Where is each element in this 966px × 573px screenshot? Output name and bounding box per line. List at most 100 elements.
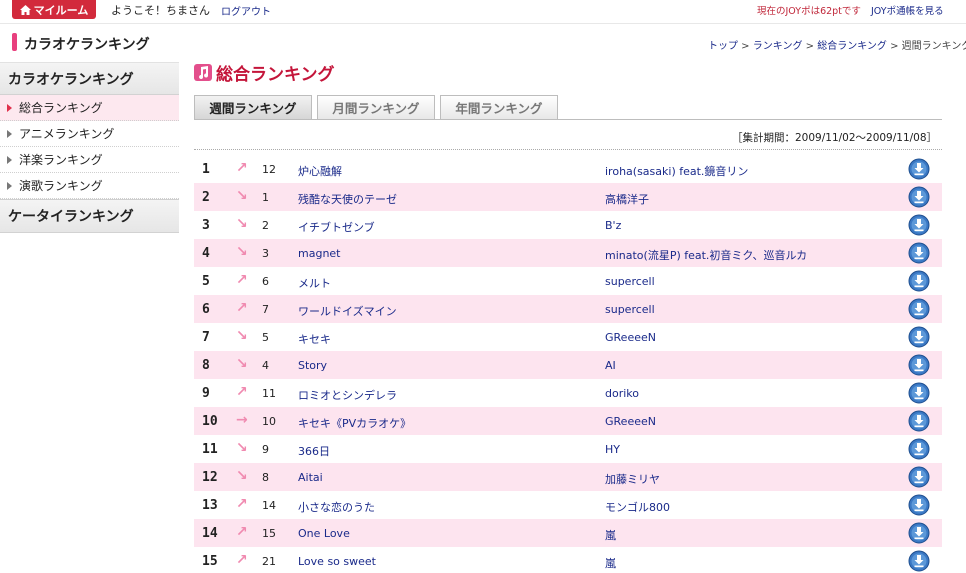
song-title-link[interactable]: 残酷な天使のテーゼ [298, 191, 397, 207]
logout-link[interactable]: ログアウト [221, 3, 271, 18]
table-row: 8 ↘ 4 Story AI [194, 351, 942, 379]
download-icon[interactable] [908, 494, 930, 516]
artist-link[interactable]: supercell [605, 303, 655, 316]
download-icon[interactable] [908, 438, 930, 460]
previous-rank: 9 [262, 443, 269, 456]
previous-rank: 12 [262, 163, 276, 176]
download-icon[interactable] [908, 410, 930, 432]
table-row: 1 ↗ 12 炉心融解 iroha(sasaki) feat.鏡音リン [194, 155, 942, 183]
song-title-link[interactable]: メルト [298, 275, 331, 291]
artist-link[interactable]: HY [605, 443, 620, 456]
song-title-link[interactable]: magnet [298, 247, 341, 260]
artist-link[interactable]: iroha(sasaki) feat.鏡音リン [605, 163, 748, 179]
previous-rank: 3 [262, 247, 269, 260]
song-title-link[interactable]: Love so sweet [298, 555, 376, 568]
rank-number: 13 [202, 498, 218, 513]
tab-yearly[interactable]: 年間ランキング [440, 95, 558, 119]
song-title-link[interactable]: ロミオとシンデレラ [298, 387, 397, 403]
previous-rank: 8 [262, 471, 269, 484]
artist-link[interactable]: AI [605, 359, 616, 372]
download-icon[interactable] [908, 270, 930, 292]
myroom-button[interactable]: マイルーム [12, 0, 96, 19]
artist-link[interactable]: GReeeeN [605, 415, 656, 428]
breadcrumb-link[interactable]: トップ [708, 41, 738, 52]
main-title: 総合ランキング [194, 60, 335, 85]
table-row: 14 ↗ 15 One Love 嵐 [194, 519, 942, 547]
song-title-link[interactable]: Story [298, 359, 327, 372]
artist-link[interactable]: 加藤ミリヤ [605, 471, 660, 487]
sidebar-item-label: 総合ランキング [19, 101, 103, 115]
sidebar-item-label: 洋楽ランキング [19, 153, 103, 167]
arrow-down-right-icon: ↘ [236, 188, 248, 204]
download-icon[interactable] [908, 522, 930, 544]
download-icon[interactable] [908, 382, 930, 404]
artist-link[interactable]: GReeeeN [605, 331, 656, 344]
artist-link[interactable]: minato(流星P) feat.初音ミク、巡音ルカ [605, 247, 807, 263]
music-note-icon [194, 64, 212, 81]
arrow-down-right-icon: ↘ [236, 356, 248, 372]
rank-number: 6 [202, 302, 210, 317]
download-icon[interactable] [908, 186, 930, 208]
download-icon[interactable] [908, 214, 930, 236]
download-icon[interactable] [908, 298, 930, 320]
top-bar: マイルーム ようこそ！ちまさん ログアウト 現在のJOYポは62ptです JOY… [0, 0, 966, 24]
artist-link[interactable]: 嵐 [605, 527, 616, 543]
tab-weekly[interactable]: 週間ランキング [194, 95, 312, 119]
table-row: 5 ↗ 6 メルト supercell [194, 267, 942, 295]
song-title-link[interactable]: 小さな恋のうた [298, 499, 375, 515]
myroom-label: マイルーム [33, 3, 89, 17]
artist-link[interactable]: doriko [605, 387, 639, 400]
download-icon[interactable] [908, 158, 930, 180]
download-icon[interactable] [908, 242, 930, 264]
arrow-up-right-icon: ↗ [236, 272, 248, 288]
aggregation-period: ［集計期間：2009/11/02～2009/11/08］ [732, 132, 938, 144]
arrow-down-right-icon: ↘ [236, 328, 248, 344]
arrow-up-right-icon: ↗ [236, 496, 248, 512]
sidebar-item-overall[interactable]: 総合ランキング [0, 95, 179, 121]
tab-monthly[interactable]: 月間ランキング [317, 95, 435, 119]
breadcrumb-link[interactable]: 総合ランキング [817, 41, 887, 52]
previous-rank: 15 [262, 527, 276, 540]
artist-link[interactable]: 嵐 [605, 555, 616, 571]
points-status: 現在のJOYポは62ptです [757, 6, 861, 17]
artist-link[interactable]: 高橋洋子 [605, 191, 649, 207]
song-title-link[interactable]: キセキ [298, 331, 331, 347]
artist-link[interactable]: B'z [605, 219, 621, 232]
arrow-right-icon: → [236, 412, 248, 428]
table-row: 10 → 10 キセキ《PVカラオケ》 GReeeeN [194, 407, 942, 435]
download-icon[interactable] [908, 550, 930, 572]
song-title-link[interactable]: キセキ《PVカラオケ》 [298, 415, 411, 431]
song-title-link[interactable]: 366日 [298, 443, 330, 459]
sidebar-item-western[interactable]: 洋楽ランキング [0, 147, 179, 173]
triangle-right-icon [7, 155, 12, 164]
download-icon[interactable] [908, 466, 930, 488]
previous-rank: 11 [262, 387, 276, 400]
artist-link[interactable]: supercell [605, 275, 655, 288]
main-title-text: 総合ランキング [216, 65, 335, 85]
breadcrumb-separator: > [802, 41, 818, 52]
rank-number: 4 [202, 246, 210, 261]
song-title-link[interactable]: イチブトゼンブ [298, 219, 375, 235]
welcome-text: ようこそ！ちまさん [111, 4, 210, 17]
sidebar-heading-mobile-ranking[interactable]: ケータイランキング [0, 199, 179, 233]
artist-link[interactable]: モンゴル800 [605, 499, 670, 515]
song-title-link[interactable]: ワールドイズマイン [298, 303, 397, 319]
breadcrumb-link[interactable]: ランキング [753, 41, 803, 52]
sidebar-item-enka[interactable]: 演歌ランキング [0, 173, 179, 199]
sidebar-item-anime[interactable]: アニメランキング [0, 121, 179, 147]
table-row: 15 ↗ 21 Love so sweet 嵐 [194, 547, 942, 573]
rank-number: 8 [202, 358, 210, 373]
table-row: 3 ↘ 2 イチブトゼンブ B'z [194, 211, 942, 239]
page-title: カラオケランキング [24, 37, 150, 53]
download-icon[interactable] [908, 354, 930, 376]
sidebar-heading-karaoke-ranking[interactable]: カラオケランキング [0, 62, 179, 95]
arrow-down-right-icon: ↘ [236, 216, 248, 232]
rank-number: 5 [202, 274, 210, 289]
song-title-link[interactable]: One Love [298, 527, 350, 540]
download-icon[interactable] [908, 326, 930, 348]
house-icon [19, 4, 31, 15]
joy-passbook-link[interactable]: JOYポ通帳を見る [871, 3, 944, 17]
rank-number: 12 [202, 470, 218, 485]
song-title-link[interactable]: 炉心融解 [298, 163, 342, 179]
song-title-link[interactable]: Aitai [298, 471, 323, 484]
